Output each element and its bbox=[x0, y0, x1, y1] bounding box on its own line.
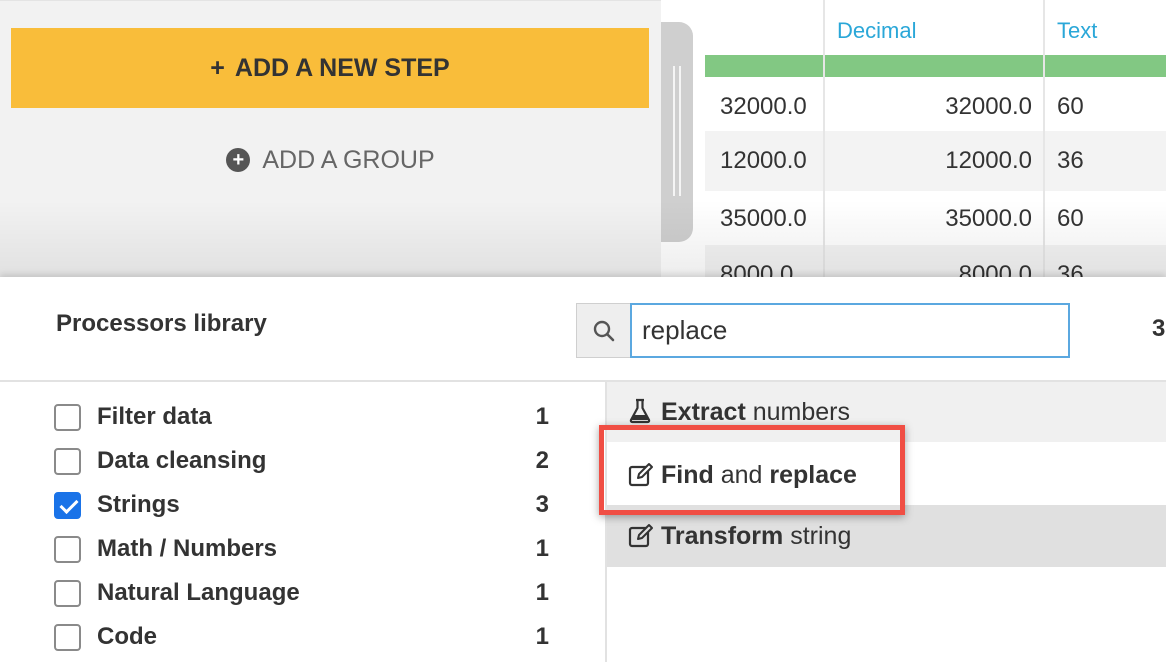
checkbox[interactable] bbox=[54, 580, 81, 607]
processor-name: Find and replace bbox=[661, 444, 857, 506]
plus-icon: + bbox=[210, 53, 225, 82]
data-quality-bar bbox=[705, 55, 1166, 77]
edit-icon bbox=[628, 523, 654, 549]
table-cell: 32000.0 bbox=[720, 93, 807, 120]
app-root: + ADD A NEW STEP + ADD A GROUP 32000.0 3… bbox=[0, 0, 1166, 662]
column-type-label[interactable]: Decimal bbox=[837, 18, 916, 44]
column-divider bbox=[823, 0, 825, 277]
table-row: 12000.0 12000.0 36 bbox=[705, 131, 1166, 191]
table-cell: 35000.0 bbox=[720, 205, 807, 232]
table-cell: 36 bbox=[1057, 261, 1084, 277]
processor-name-mid: and bbox=[713, 461, 770, 489]
table-cell: 36 bbox=[1057, 147, 1084, 174]
table-cell: 8000.0 bbox=[958, 261, 1032, 277]
checkbox-checked[interactable] bbox=[54, 492, 81, 519]
processor-name: Transform string bbox=[661, 505, 851, 567]
category-label: Data cleansing bbox=[97, 447, 267, 474]
panel-splitter-handle[interactable] bbox=[661, 22, 693, 242]
table-cell: 60 bbox=[1057, 205, 1084, 232]
processor-name-bold: replace bbox=[769, 461, 857, 489]
category-math-numbers[interactable]: Math / Numbers 1 bbox=[54, 529, 554, 569]
add-group-label: ADD A GROUP bbox=[262, 145, 435, 174]
table-cell: 32000.0 bbox=[945, 93, 1032, 120]
processor-transform-string[interactable]: Transform string bbox=[607, 505, 1166, 567]
processor-name-bold: Transform bbox=[661, 522, 784, 550]
column-divider bbox=[1043, 0, 1045, 277]
category-count: 3 bbox=[535, 491, 549, 518]
table-cell: 60 bbox=[1057, 93, 1084, 120]
category-label: Math / Numbers bbox=[97, 535, 278, 562]
add-new-step-button[interactable]: + ADD A NEW STEP bbox=[11, 28, 649, 108]
search-input[interactable] bbox=[630, 303, 1070, 358]
processor-name: Extract numbers bbox=[661, 382, 850, 444]
category-count: 2 bbox=[535, 447, 549, 474]
processor-name-rest: numbers bbox=[745, 398, 850, 426]
category-count: 1 bbox=[535, 403, 549, 430]
category-count: 1 bbox=[535, 623, 549, 650]
table-cell: 12000.0 bbox=[945, 147, 1032, 174]
category-filter-data[interactable]: Filter data 1 bbox=[54, 397, 554, 437]
edit-icon bbox=[628, 462, 654, 488]
checkbox[interactable] bbox=[54, 536, 81, 563]
table-cell: 12000.0 bbox=[720, 147, 807, 174]
plus-circle-icon: + bbox=[226, 148, 251, 172]
dialog-title: Processors library bbox=[56, 310, 267, 337]
category-label: Filter data bbox=[97, 403, 212, 430]
category-label: Code bbox=[97, 623, 157, 650]
processors-library-dialog: Processors library 3 Filter data 1 Data … bbox=[0, 277, 1166, 662]
processor-name-rest: string bbox=[783, 522, 852, 550]
category-count: 1 bbox=[535, 535, 549, 562]
search-icon bbox=[576, 303, 631, 358]
steps-panel: + ADD A NEW STEP + ADD A GROUP bbox=[0, 0, 661, 277]
checkbox[interactable] bbox=[54, 448, 81, 475]
add-group-button[interactable]: + ADD A GROUP bbox=[0, 138, 661, 182]
checkbox[interactable] bbox=[54, 404, 81, 431]
result-count: 3 bbox=[1152, 315, 1166, 342]
category-label: Strings bbox=[97, 491, 180, 518]
processor-name-bold: Extract bbox=[661, 398, 746, 426]
category-count: 1 bbox=[535, 579, 549, 606]
data-table: 32000.0 32000.0 60 12000.0 12000.0 36 35… bbox=[705, 0, 1166, 277]
processor-name-bold: Find bbox=[661, 461, 714, 489]
flask-icon bbox=[628, 398, 654, 424]
category-code[interactable]: Code 1 bbox=[54, 617, 554, 657]
processor-extract-numbers[interactable]: Extract numbers bbox=[607, 382, 1166, 442]
category-data-cleansing[interactable]: Data cleansing 2 bbox=[54, 441, 554, 481]
table-row: 32000.0 32000.0 60 bbox=[705, 77, 1166, 137]
divider bbox=[0, 0, 661, 1]
table-cell: 8000.0 bbox=[720, 261, 794, 277]
category-label: Natural Language bbox=[97, 579, 300, 606]
table-row: 8000.0 8000.0 36 bbox=[705, 245, 1166, 277]
checkbox[interactable] bbox=[54, 624, 81, 651]
table-cell: 35000.0 bbox=[945, 205, 1032, 232]
table-row: 35000.0 35000.0 60 bbox=[705, 189, 1166, 249]
add-step-label: ADD A NEW STEP bbox=[234, 53, 450, 82]
grip-icon bbox=[673, 66, 681, 196]
processor-find-and-replace[interactable]: Find and replace bbox=[607, 444, 1166, 506]
category-strings[interactable]: Strings 3 bbox=[54, 485, 554, 525]
column-type-label[interactable]: Text bbox=[1057, 18, 1097, 44]
category-natural-language[interactable]: Natural Language 1 bbox=[54, 573, 554, 613]
